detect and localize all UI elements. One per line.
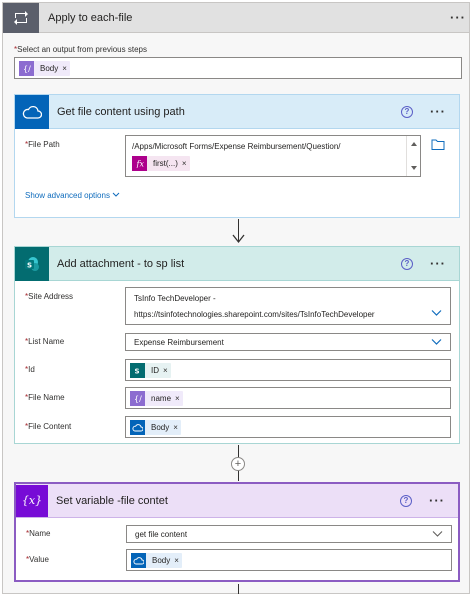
loop-icon xyxy=(3,2,39,33)
folder-icon[interactable] xyxy=(431,139,445,152)
apply-to-each-title: Apply to each-file xyxy=(48,11,133,24)
set-variable-title: Set variable -file contet xyxy=(56,494,168,507)
svg-text:fx: fx xyxy=(136,160,145,169)
token-label: name xyxy=(151,394,172,403)
body-token[interactable]: {/} Body × xyxy=(19,61,70,76)
get-file-content-card: Get file content using path ? ··· *File … xyxy=(14,94,460,218)
get-file-content-title: Get file content using path xyxy=(57,105,185,118)
more-options-icon[interactable]: ··· xyxy=(427,257,449,270)
dynamic-content-icon: {/} xyxy=(19,61,34,76)
id-label: *Id xyxy=(25,365,35,374)
variable-name-dropdown[interactable]: get file content xyxy=(126,525,452,543)
svg-text:S: S xyxy=(27,261,32,269)
site-address-line2: https://tsinfotechnologies.sharepoint.co… xyxy=(134,310,375,319)
add-step-icon[interactable]: + xyxy=(231,457,245,471)
name-label: *Name xyxy=(26,529,51,538)
show-advanced-options-link[interactable]: Show advanced options xyxy=(25,191,120,200)
id-token[interactable]: S ID × xyxy=(130,363,171,378)
remove-token-icon[interactable]: × xyxy=(175,394,183,403)
token-label: ID xyxy=(151,366,159,375)
connector-line xyxy=(238,584,239,594)
help-icon[interactable]: ? xyxy=(401,257,413,270)
token-label: Body xyxy=(40,64,59,73)
sharepoint-icon: S xyxy=(15,246,49,281)
file-name-label: *File Name xyxy=(25,393,65,402)
site-address-label: *Site Address xyxy=(25,292,74,301)
add-attachment-header[interactable]: S Add attachment - to sp list ? ··· xyxy=(15,246,459,281)
token-label: Body xyxy=(152,556,171,565)
list-name-label: *List Name xyxy=(25,337,65,346)
chevron-down-icon[interactable] xyxy=(431,339,442,346)
get-file-content-header[interactable]: Get file content using path ? ··· xyxy=(15,94,459,129)
file-path-value: /Apps/Microsoft Forms/Expense Reimbursem… xyxy=(132,142,341,151)
file-name-field[interactable]: {/} name × xyxy=(125,387,451,409)
more-options-icon[interactable]: ··· xyxy=(426,494,448,507)
chevron-down-icon[interactable] xyxy=(431,310,442,317)
remove-token-icon[interactable]: × xyxy=(163,366,171,375)
remove-token-icon[interactable]: × xyxy=(174,556,182,565)
variable-icon: {x} xyxy=(16,484,48,517)
variable-name-value: get file content xyxy=(135,530,188,539)
list-name-dropdown[interactable]: Expense Reimbursement xyxy=(125,333,451,351)
variable-value-field[interactable]: Body × xyxy=(126,549,452,571)
more-options-icon[interactable]: ··· xyxy=(427,105,449,118)
expression-icon: fx xyxy=(132,156,147,171)
remove-token-icon[interactable]: × xyxy=(173,423,181,432)
help-icon[interactable]: ? xyxy=(401,105,413,118)
name-token[interactable]: {/} name × xyxy=(130,391,183,406)
add-attachment-card: S Add attachment - to sp list ? ··· *Sit… xyxy=(14,246,460,444)
more-options-icon[interactable]: ··· xyxy=(447,11,469,24)
site-address-line1: TsInfo TechDeveloper - xyxy=(134,294,216,303)
chevron-down-icon[interactable] xyxy=(432,531,443,538)
onedrive-icon xyxy=(15,94,49,129)
body-token[interactable]: Body × xyxy=(131,553,182,568)
sharepoint-icon: S xyxy=(130,363,145,378)
scrollbar[interactable] xyxy=(406,136,420,176)
select-output-label: *Select an output from previous steps xyxy=(14,45,147,54)
arrow-down-icon xyxy=(232,234,245,246)
expression-token[interactable]: fx first(...) × xyxy=(132,156,190,171)
set-variable-header[interactable]: {x} Set variable -file contet ? ··· xyxy=(16,484,458,518)
token-label: Body xyxy=(151,423,170,432)
svg-text:S: S xyxy=(135,368,140,376)
site-address-dropdown[interactable]: TsInfo TechDeveloper - https://tsinfotec… xyxy=(125,287,451,325)
apply-to-each-header[interactable]: Apply to each-file ··· xyxy=(3,2,469,33)
help-icon[interactable]: ? xyxy=(400,494,412,507)
onedrive-icon xyxy=(130,420,145,435)
dynamic-content-icon: {/} xyxy=(130,391,145,406)
token-label: first(...) xyxy=(153,159,178,168)
onedrive-icon xyxy=(131,553,146,568)
file-content-label: *File Content xyxy=(25,422,72,431)
set-variable-card: {x} Set variable -file contet ? ··· *Nam… xyxy=(14,482,460,582)
chevron-down-icon xyxy=(112,192,120,197)
file-path-label: *File Path xyxy=(25,140,60,149)
svg-text:{/}: {/} xyxy=(134,395,142,404)
svg-text:{/}: {/} xyxy=(23,65,31,74)
value-label: *Value xyxy=(26,555,49,564)
list-name-value: Expense Reimbursement xyxy=(134,338,224,347)
add-attachment-title: Add attachment - to sp list xyxy=(57,257,185,270)
id-field[interactable]: S ID × xyxy=(125,359,451,381)
file-path-field[interactable]: /Apps/Microsoft Forms/Expense Reimbursem… xyxy=(125,135,421,177)
body-token[interactable]: Body × xyxy=(130,420,181,435)
remove-token-icon[interactable]: × xyxy=(62,64,70,73)
remove-token-icon[interactable]: × xyxy=(182,159,190,168)
select-output-field[interactable]: {/} Body × xyxy=(14,57,462,79)
file-content-field[interactable]: Body × xyxy=(125,416,451,438)
